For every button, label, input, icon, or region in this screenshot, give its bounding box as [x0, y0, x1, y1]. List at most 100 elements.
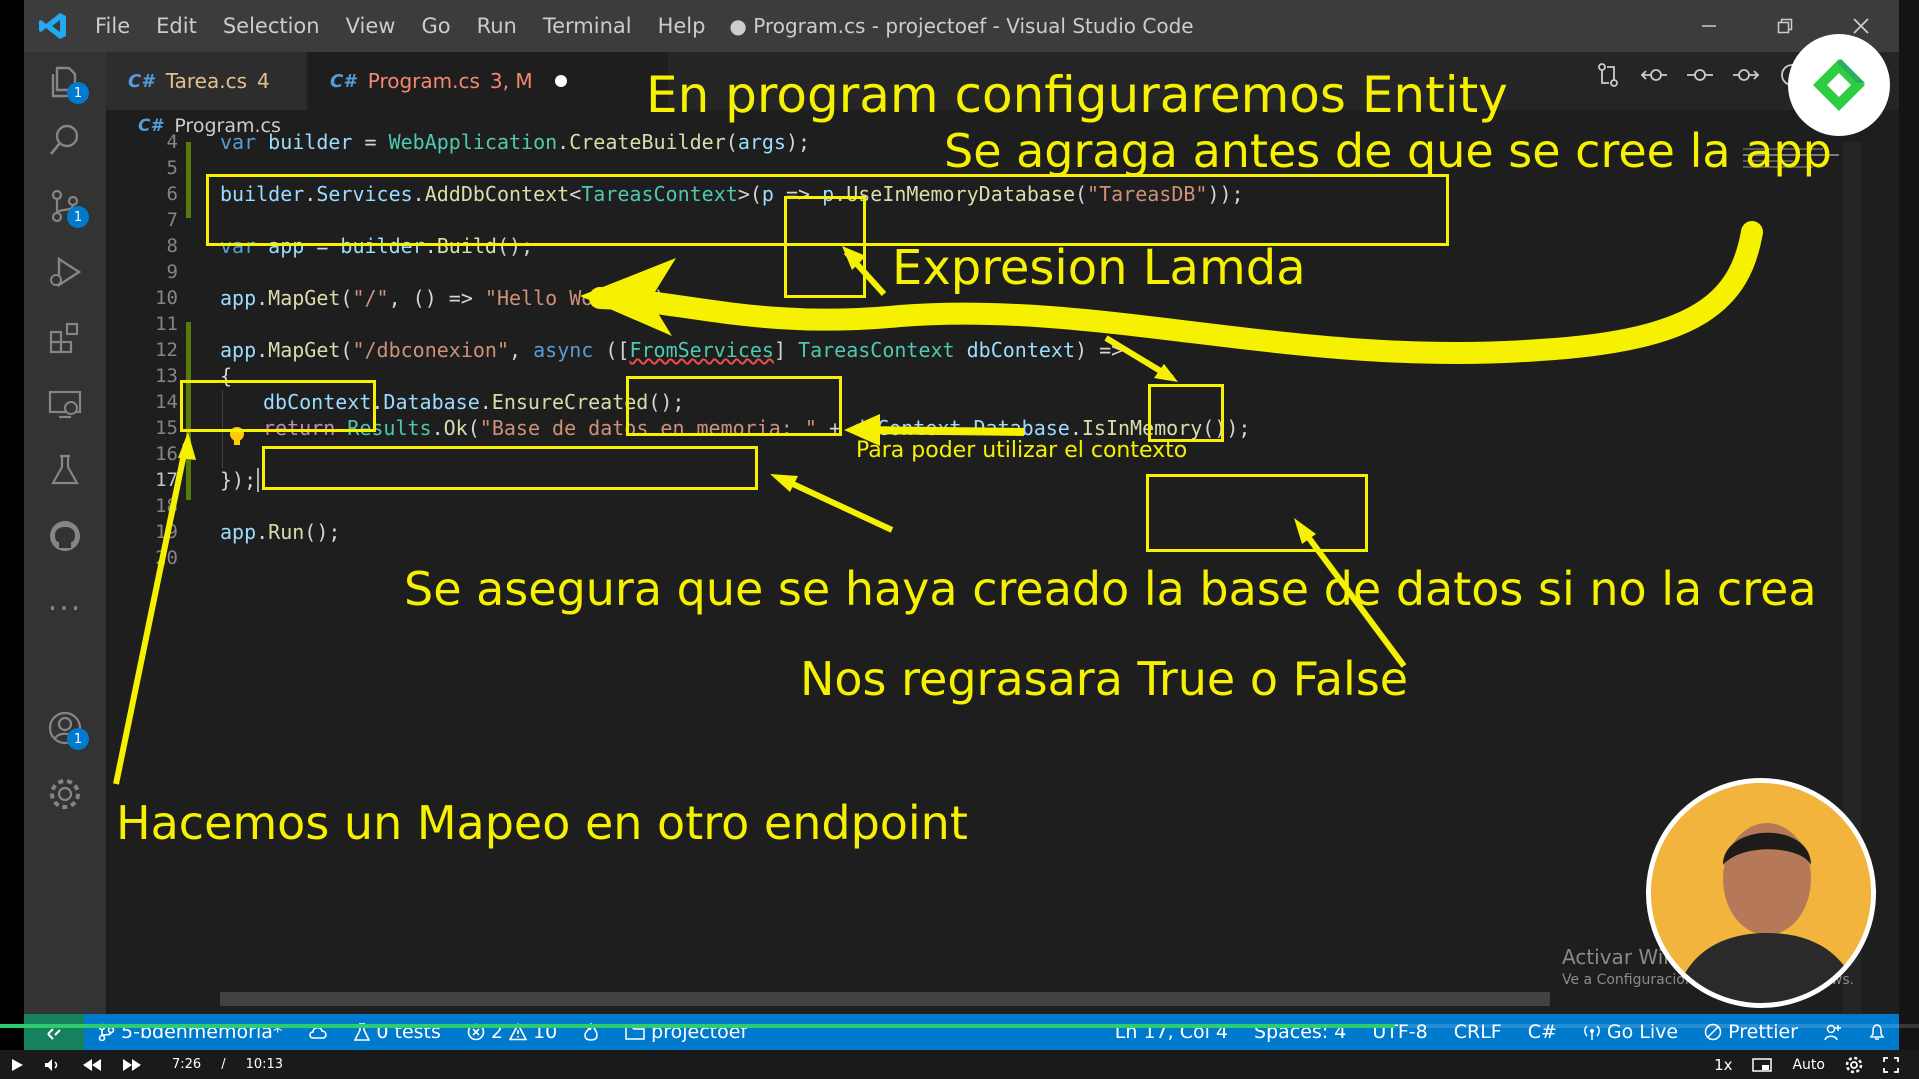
remote-indicator[interactable]: [24, 1014, 84, 1050]
highlight-box-mapget: [180, 380, 376, 432]
previous-change-icon[interactable]: [1637, 58, 1671, 92]
accounts-icon[interactable]: 1: [41, 704, 89, 752]
line-number: 17: [155, 469, 178, 491]
vscode-logo-icon: [24, 0, 82, 52]
testing-icon[interactable]: [41, 446, 89, 494]
menu-file[interactable]: File: [82, 14, 143, 38]
menu-run[interactable]: Run: [464, 14, 530, 38]
remote-explorer-icon[interactable]: [41, 380, 89, 428]
rewind-button[interactable]: [72, 1058, 112, 1072]
line-number: 4: [166, 131, 178, 153]
line-number: 11: [155, 313, 178, 335]
line-number: 14: [155, 391, 178, 413]
presenter-avatar-icon: [1651, 783, 1871, 1003]
menu-view[interactable]: View: [333, 14, 409, 38]
annotation-configure-entity: En program configuraremos Entity: [646, 66, 1508, 124]
highlight-box-arrow: [1148, 384, 1224, 442]
line-number: 19: [155, 521, 178, 543]
csharp-file-icon: C#: [128, 70, 154, 92]
menu-terminal[interactable]: Terminal: [530, 14, 645, 38]
video-progress-fill: [0, 1024, 1396, 1028]
line-number: 16: [155, 443, 178, 465]
menu-bar: File Edit Selection View Go Run Terminal…: [82, 0, 718, 52]
highlight-box-ensurecreated: [262, 446, 758, 490]
tab-problem-count: 3, M: [489, 69, 533, 93]
line-number: 7: [166, 209, 178, 231]
next-change-icon[interactable]: [1729, 58, 1763, 92]
line-number: 18: [155, 495, 178, 517]
code-text: });​: [220, 468, 260, 492]
title-bar: File Edit Selection View Go Run Terminal…: [24, 0, 1899, 52]
rewind-icon: [83, 1058, 101, 1071]
annotation-mapping-endpoint: Hacemos un Mapeo en otro endpoint: [116, 796, 968, 850]
fullscreen-button[interactable]: [1873, 1056, 1909, 1073]
menu-go[interactable]: Go: [408, 14, 463, 38]
close-icon: [1853, 18, 1869, 34]
tab-program-cs[interactable]: C# Program.cs 3, M: [308, 52, 668, 110]
player-settings-button[interactable]: [1835, 1056, 1873, 1074]
more-icon[interactable]: ...: [41, 576, 89, 624]
forward-button[interactable]: [112, 1058, 152, 1072]
quality-selector[interactable]: Auto: [1782, 1057, 1835, 1073]
text-cursor: ​: [257, 468, 260, 492]
time-separator: /: [221, 1057, 226, 1072]
line-number: 9: [166, 261, 178, 283]
tab-label: Tarea.cs: [165, 69, 248, 93]
horizontal-scrollbar[interactable]: [220, 992, 1550, 1006]
line-number: 5: [166, 157, 178, 179]
unsaved-dot-icon[interactable]: [554, 75, 567, 87]
line-number: 10: [155, 287, 178, 309]
menu-help[interactable]: Help: [645, 14, 719, 38]
highlight-box-fromservices: [626, 376, 842, 436]
csharp-file-icon: C#: [330, 70, 356, 92]
code-text: app.MapGet("/dbconexion", async ([FromSe…: [220, 338, 1124, 362]
code-text: app.MapGet("/", () => "Hello World!");: [220, 286, 678, 310]
fullscreen-icon: [1883, 1056, 1899, 1073]
accounts-badge: 1: [67, 728, 89, 750]
settings-gear-icon[interactable]: [41, 770, 89, 818]
commit-icon[interactable]: [1683, 58, 1717, 92]
current-time: 7:26: [172, 1057, 202, 1072]
extensions-icon[interactable]: [41, 314, 89, 362]
explorer-badge: 1: [67, 82, 89, 104]
volume-icon: [45, 1058, 58, 1071]
play-button[interactable]: [0, 1058, 34, 1072]
highlight-box-isinmemory: [1146, 474, 1368, 552]
playback-speed[interactable]: 1x: [1704, 1056, 1742, 1074]
webcam-presenter: [1646, 778, 1876, 1008]
source-control-icon[interactable]: 1: [41, 182, 89, 230]
highlight-box-lambda: [784, 196, 866, 298]
gear-icon: [1845, 1056, 1863, 1073]
picture-in-picture-icon: [1752, 1057, 1773, 1072]
activity-bar: 1 1 ... 1: [24, 52, 106, 1014]
status-bar: 5-bdenmemoria* 0 tests 2 10 projectoef L…: [24, 1014, 1899, 1050]
volume-button[interactable]: [34, 1058, 72, 1072]
video-duration: 10:13: [245, 1057, 284, 1072]
restore-icon: [1777, 18, 1793, 34]
annotation-use-context: Para poder utilizar el contexto: [856, 438, 1188, 463]
code-text: app.Run();: [220, 520, 341, 544]
video-frame-right: [1899, 0, 1919, 1079]
github-icon[interactable]: [41, 512, 89, 560]
line-number: 15: [155, 417, 178, 439]
code-text: var builder = WebApplication.CreateBuild…: [220, 130, 811, 154]
menu-edit[interactable]: Edit: [143, 14, 210, 38]
diamond-logo-icon: [1813, 59, 1865, 111]
tab-tarea-cs[interactable]: C# Tarea.cs 4: [106, 52, 306, 110]
tab-problem-count: 4: [257, 69, 270, 93]
compare-changes-icon[interactable]: [1591, 58, 1625, 92]
menu-selection[interactable]: Selection: [210, 14, 333, 38]
run-debug-icon[interactable]: [41, 248, 89, 296]
annotation-true-false: Nos regrasara True o False: [800, 652, 1409, 706]
video-player-controls: 7:26 / 10:13 1x Auto: [0, 1050, 1919, 1079]
line-number: 12: [155, 339, 178, 361]
channel-logo: [1788, 34, 1890, 136]
minimize-icon: [1702, 25, 1716, 27]
search-icon[interactable]: [41, 116, 89, 164]
pip-button[interactable]: [1742, 1057, 1782, 1072]
minimize-button[interactable]: [1671, 0, 1747, 52]
annotation-ensure-created: Se asegura que se haya creado la base de…: [404, 562, 1817, 616]
video-progress-track[interactable]: [0, 1024, 1919, 1028]
explorer-icon[interactable]: 1: [41, 58, 89, 106]
video-frame-left: [0, 0, 24, 1079]
